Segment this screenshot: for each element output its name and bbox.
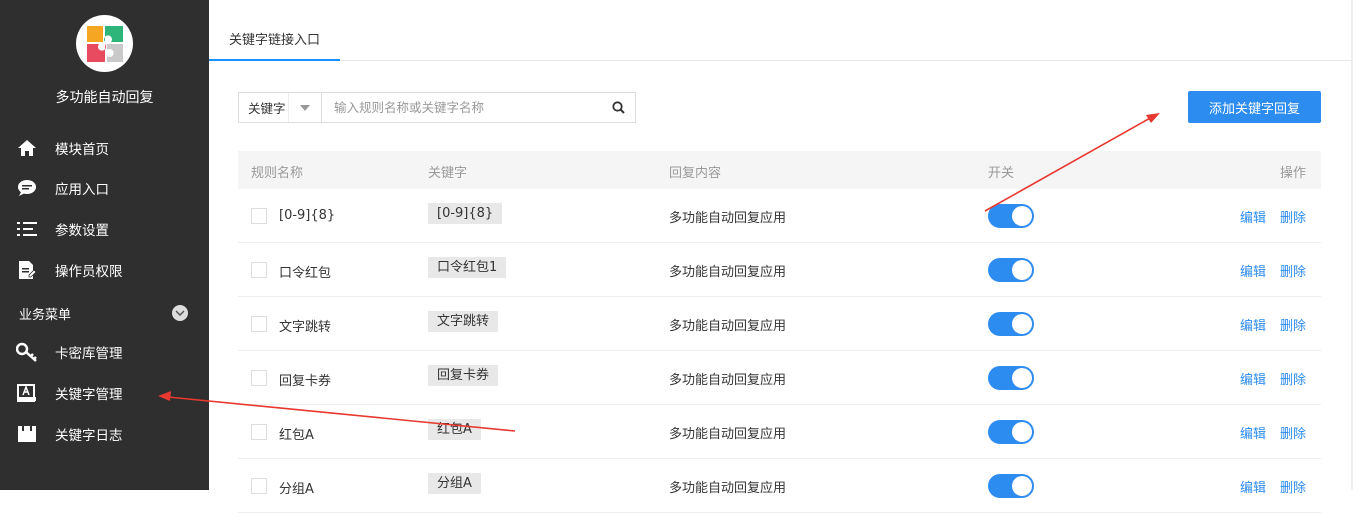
list-settings-icon — [16, 218, 38, 240]
delete-link[interactable]: 删除 — [1280, 423, 1306, 442]
delete-link[interactable]: 删除 — [1280, 477, 1306, 496]
rule-name: 口令红包 — [279, 266, 332, 281]
edit-link[interactable]: 编辑 — [1240, 207, 1266, 226]
keyword-book-icon — [16, 382, 38, 404]
main-content: 关键字链接入口 关键字 添加关键字回复 规则名称 关键字 回复内容 开关 操作 … — [209, 0, 1353, 513]
document-edit-icon — [16, 259, 38, 281]
rule-name: 分组A — [279, 482, 314, 497]
app-logo — [76, 15, 133, 72]
log-book-icon — [16, 423, 38, 445]
keyword-tag: 分组A — [428, 473, 481, 494]
search-bar: 关键字 — [238, 92, 636, 123]
toggle-knob — [1012, 314, 1032, 334]
row-checkbox[interactable] — [251, 208, 267, 224]
row-checkbox[interactable] — [251, 262, 267, 278]
sidebar-item-card-library[interactable]: 卡密库管理 — [0, 332, 209, 372]
rule-name: 文字跳转 — [279, 320, 332, 335]
delete-link[interactable]: 删除 — [1280, 315, 1306, 334]
section-label-business-menu: 业务菜单 — [19, 308, 72, 323]
filter-select[interactable]: 关键字 — [239, 93, 322, 122]
sidebar-item-label: 模块首页 — [55, 142, 109, 158]
tab-keyword-link-entry[interactable]: 关键字链接入口 — [209, 0, 340, 61]
keyword-tag: 红包A — [428, 419, 481, 440]
table-row: 红包A 红包A 多功能自动回复应用 编辑 删除 — [238, 405, 1321, 459]
app-title: 多功能自动回复 — [55, 90, 154, 106]
table-row: [0-9]{8} [0-9]{8} 多功能自动回复应用 编辑 删除 — [238, 189, 1321, 243]
puzzle-logo-icon — [86, 25, 123, 62]
enable-toggle[interactable] — [988, 204, 1034, 228]
rule-name: 红包A — [279, 428, 314, 443]
header-actions: 操作 — [1280, 166, 1307, 181]
edit-link[interactable]: 编辑 — [1240, 261, 1266, 280]
sidebar-item-home[interactable]: 模块首页 — [0, 128, 209, 168]
toggle-knob — [1012, 206, 1032, 226]
reply-content: 多功能自动回复应用 — [669, 373, 787, 388]
chat-bubble-icon — [16, 177, 38, 199]
tab-bar: 关键字链接入口 — [209, 0, 1353, 61]
reply-content: 多功能自动回复应用 — [669, 265, 787, 280]
toggle-knob — [1012, 368, 1032, 388]
chevron-down-icon[interactable] — [172, 305, 188, 321]
edit-link[interactable]: 编辑 — [1240, 315, 1266, 334]
header-switch: 开关 — [988, 166, 1015, 181]
keyword-tag: 文字跳转 — [428, 311, 499, 332]
reply-content: 多功能自动回复应用 — [669, 319, 787, 334]
keyword-tag: 回复卡券 — [428, 365, 499, 386]
header-keyword: 关键字 — [428, 166, 468, 181]
toggle-knob — [1012, 476, 1032, 496]
search-icon[interactable] — [601, 93, 635, 122]
row-checkbox[interactable] — [251, 478, 267, 494]
row-checkbox[interactable] — [251, 370, 267, 386]
sidebar-item-settings[interactable]: 参数设置 — [0, 209, 209, 249]
sidebar-item-label: 参数设置 — [55, 223, 109, 239]
edit-link[interactable]: 编辑 — [1240, 477, 1266, 496]
table-row: 分组A 分组A 多功能自动回复应用 编辑 删除 — [238, 459, 1321, 513]
row-checkbox[interactable] — [251, 316, 267, 332]
toggle-knob — [1012, 422, 1032, 442]
sidebar-item-keyword-log[interactable]: 关键字日志 — [0, 414, 209, 454]
sidebar-item-keyword-management[interactable]: 关键字管理 — [0, 373, 209, 413]
sidebar-item-label: 卡密库管理 — [55, 346, 123, 362]
delete-link[interactable]: 删除 — [1280, 207, 1306, 226]
add-keyword-reply-button[interactable]: 添加关键字回复 — [1188, 91, 1321, 123]
rule-name: 回复卡券 — [279, 374, 332, 389]
delete-link[interactable]: 删除 — [1280, 369, 1306, 388]
caret-down-icon — [289, 104, 321, 111]
home-icon — [16, 137, 38, 159]
table-row: 文字跳转 文字跳转 多功能自动回复应用 编辑 删除 — [238, 297, 1321, 351]
sidebar-item-label: 关键字日志 — [55, 428, 123, 444]
reply-content: 多功能自动回复应用 — [669, 211, 787, 226]
sidebar-item-label: 操作员权限 — [55, 264, 123, 280]
edit-link[interactable]: 编辑 — [1240, 423, 1266, 442]
key-icon — [16, 341, 38, 363]
edit-link[interactable]: 编辑 — [1240, 369, 1266, 388]
table-row: 口令红包 口令红包1 多功能自动回复应用 编辑 删除 — [238, 243, 1321, 297]
enable-toggle[interactable] — [988, 474, 1034, 498]
table-header: 规则名称 关键字 回复内容 开关 操作 — [238, 151, 1321, 189]
reply-content: 多功能自动回复应用 — [669, 427, 787, 442]
sidebar-item-operator-permissions[interactable]: 操作员权限 — [0, 250, 209, 290]
delete-link[interactable]: 删除 — [1280, 261, 1306, 280]
rule-name: [0-9]{8} — [279, 208, 336, 223]
sidebar-item-label: 关键字管理 — [55, 387, 123, 403]
sidebar-item-label: 应用入口 — [55, 182, 109, 198]
keyword-rules-table: 规则名称 关键字 回复内容 开关 操作 [0-9]{8} [0-9]{8} 多功能自… — [238, 151, 1321, 513]
header-reply-content: 回复内容 — [669, 166, 722, 181]
filter-select-value: 关键字 — [239, 93, 289, 122]
enable-toggle[interactable] — [988, 420, 1034, 444]
table-row: 回复卡券 回复卡券 多功能自动回复应用 编辑 删除 — [238, 351, 1321, 405]
toggle-knob — [1012, 260, 1032, 280]
row-checkbox[interactable] — [251, 424, 267, 440]
sidebar: 多功能自动回复 模块首页 应用入口 参数设置 操作员权限 业务菜单 卡密库管理 — [0, 0, 209, 490]
reply-content: 多功能自动回复应用 — [669, 481, 787, 496]
header-rule-name: 规则名称 — [251, 166, 304, 181]
keyword-tag: 口令红包1 — [428, 257, 507, 278]
keyword-tag: [0-9]{8} — [428, 203, 503, 224]
enable-toggle[interactable] — [988, 366, 1034, 390]
enable-toggle[interactable] — [988, 312, 1034, 336]
enable-toggle[interactable] — [988, 258, 1034, 282]
search-input[interactable] — [322, 93, 601, 122]
sidebar-item-app-entry[interactable]: 应用入口 — [0, 168, 209, 208]
